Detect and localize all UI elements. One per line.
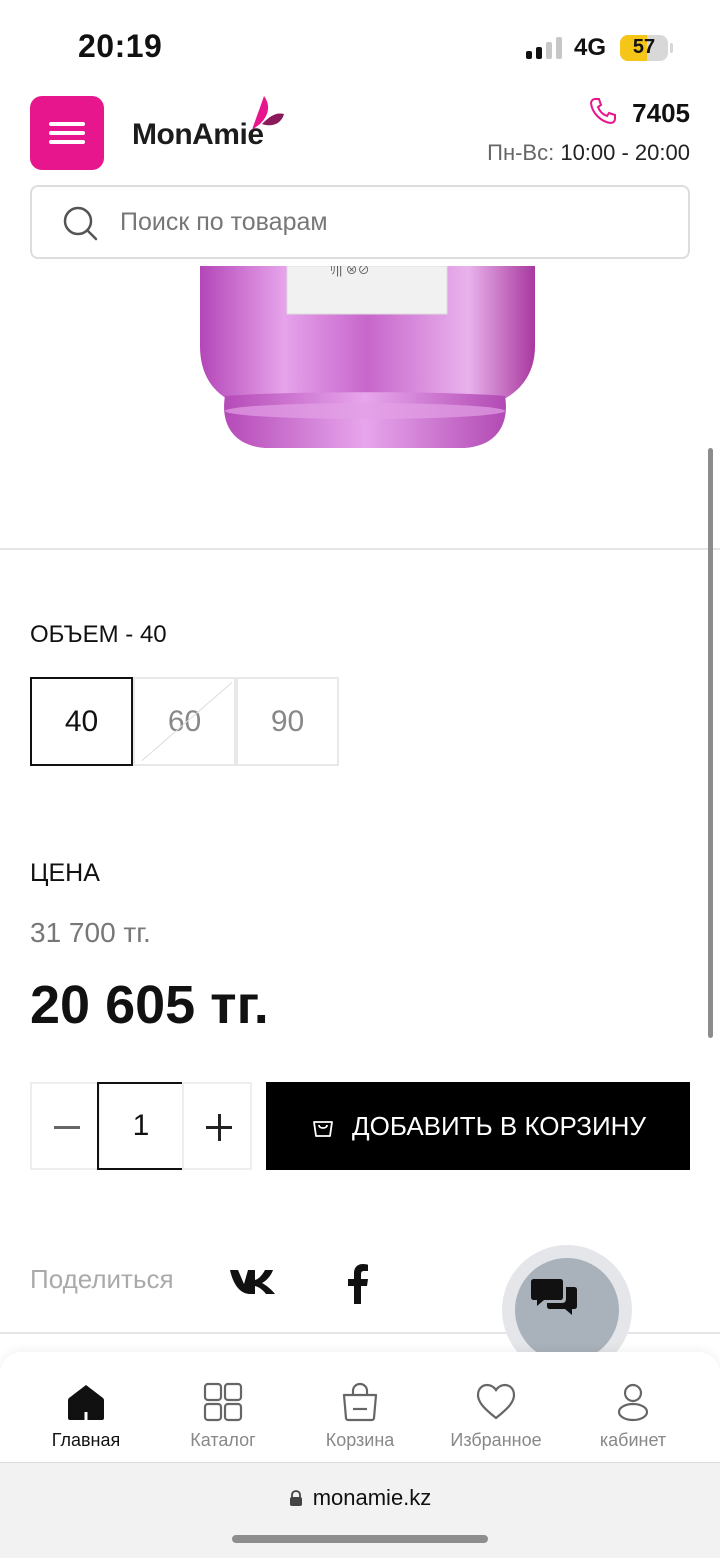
vk-icon[interactable]	[228, 1262, 278, 1298]
volume-option-40[interactable]: 40	[30, 677, 133, 766]
search-icon	[63, 206, 98, 241]
nav-favorites[interactable]: Избранное	[428, 1352, 564, 1462]
phone-number[interactable]: 7405	[632, 98, 690, 129]
status-time: 20:19	[78, 28, 163, 64]
battery-tip	[670, 43, 673, 53]
add-to-cart-button[interactable]: ДОБАВИТЬ В КОРЗИНУ	[266, 1082, 690, 1170]
nav-cart-label: Корзина	[325, 1430, 395, 1450]
menu-button[interactable]	[30, 96, 104, 170]
nav-cart[interactable]: Корзина	[292, 1352, 428, 1462]
hours-value: 10:00 - 20:00	[560, 140, 690, 165]
lock-icon	[289, 1490, 302, 1506]
share-label: Поделиться	[30, 1264, 174, 1294]
volume-label: ОБЪЕМ - 40	[30, 621, 167, 648]
quantity-field[interactable]: 1	[97, 1082, 185, 1170]
bottom-nav: Главная Каталог Корзина Избранное кабине…	[0, 1352, 720, 1462]
signal-icon	[526, 37, 564, 59]
status-bar: 20:19 4G 57	[0, 0, 720, 90]
volume-option-90[interactable]: 90	[236, 677, 339, 766]
minus-icon	[54, 1126, 80, 1129]
nav-catalog[interactable]: Каталог	[155, 1352, 291, 1462]
search-bar[interactable]	[30, 185, 690, 259]
battery-percent: 57	[632, 36, 656, 58]
logo[interactable]: MonAmie	[132, 118, 264, 152]
current-price: 20 605 тг.	[30, 975, 269, 1035]
nav-account-label: кабинет	[599, 1430, 667, 1450]
bag-icon	[313, 1121, 333, 1137]
battery-icon: 57	[620, 35, 668, 61]
quantity-increase-button[interactable]	[182, 1082, 252, 1170]
svg-text:ﾘ|| ⊗⊘: ﾘ|| ⊗⊘	[330, 266, 370, 277]
network-type: 4G	[574, 34, 607, 61]
volume-option-60[interactable]: 60	[133, 677, 236, 766]
quantity-decrease-button[interactable]	[30, 1082, 100, 1170]
price-label: ЦЕНА	[30, 859, 100, 887]
chat-icon	[531, 1279, 577, 1315]
add-to-cart-label: ДОБАВИТЬ В КОРЗИНУ	[352, 1110, 646, 1141]
address-bar[interactable]: monamie.kz	[0, 1485, 720, 1511]
user-icon	[617, 1383, 649, 1422]
site-header: MonAmie 7405 Пн-Вс: 10:00 - 20:00	[0, 90, 720, 180]
grid-icon	[203, 1382, 243, 1422]
shopping-bag-icon	[342, 1382, 378, 1422]
home-indicator[interactable]	[232, 1535, 488, 1543]
old-price: 31 700 тг.	[30, 917, 151, 948]
nav-favorites-label: Избранное	[450, 1430, 542, 1450]
product-image: ﾘ|| ⊗⊘	[200, 266, 535, 448]
butterfly-logo-icon	[252, 96, 284, 130]
facebook-icon[interactable]	[340, 1262, 374, 1304]
hours-label: Пн-Вс:	[487, 140, 555, 165]
nav-home-label: Главная	[51, 1430, 121, 1450]
section-divider	[0, 548, 720, 550]
url-text: monamie.kz	[312, 1485, 432, 1510]
nav-account[interactable]: кабинет	[565, 1352, 701, 1462]
browser-bar: monamie.kz	[0, 1462, 720, 1558]
home-icon	[68, 1385, 104, 1420]
phone-icon[interactable]	[588, 96, 618, 126]
working-hours: Пн-Вс: 10:00 - 20:00	[487, 140, 690, 166]
heart-icon	[476, 1383, 516, 1420]
search-input[interactable]	[118, 187, 658, 257]
nav-catalog-label: Каталог	[190, 1430, 256, 1450]
scrollbar[interactable]	[708, 448, 713, 1038]
nav-home[interactable]: Главная	[18, 1352, 154, 1462]
